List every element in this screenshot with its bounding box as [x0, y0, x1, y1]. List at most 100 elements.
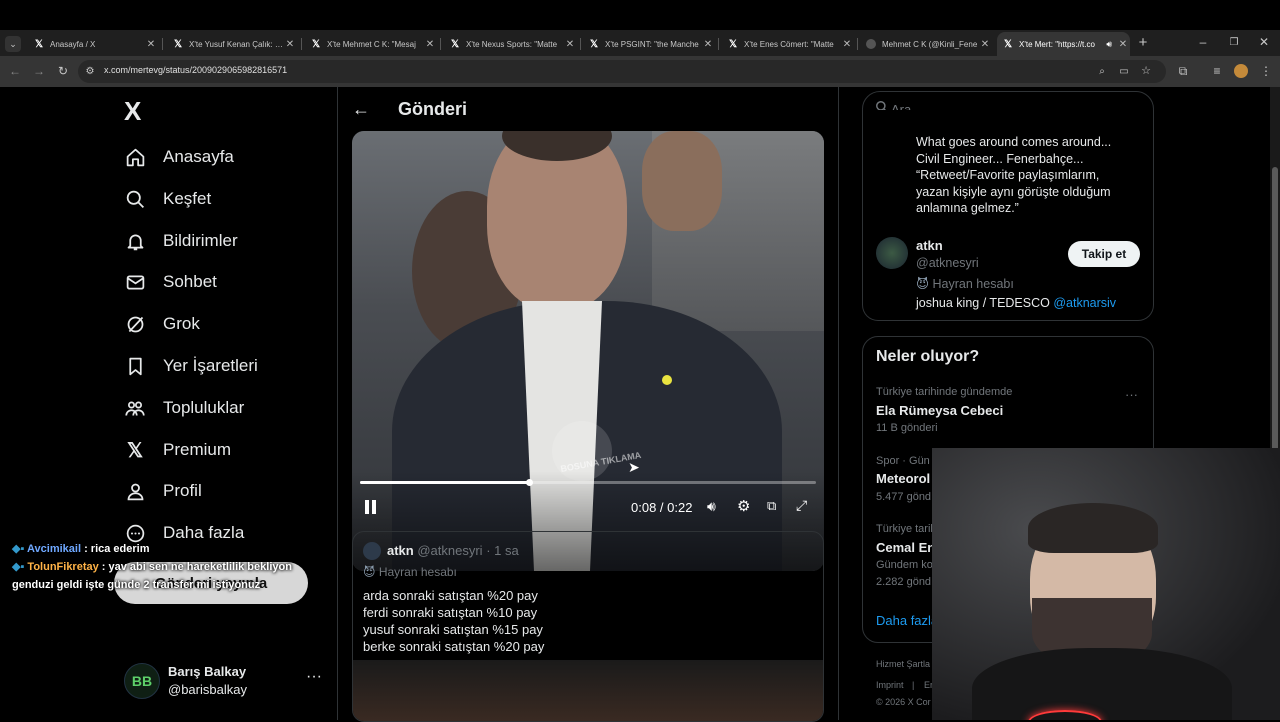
zoom-icon[interactable]: ⌕ — [1096, 65, 1108, 77]
sidebar-item-bookmarks[interactable]: Yer İşaretleri — [124, 350, 258, 382]
pause-icon[interactable] — [364, 499, 378, 515]
address-bar: ← → ↻ ⚙ x.com/mertevg/status/20090290659… — [0, 56, 1280, 87]
tab-bar: ⌄ 𝕏 Anasayfa / X ✕ 𝕏 X'te Yusuf Kenan Çalık… — [0, 30, 1280, 56]
minimize-icon[interactable]: – — [1196, 35, 1210, 49]
profile-avatar[interactable] — [1234, 64, 1248, 78]
who-to-follow-card: What goes around comes around... Civil E… — [862, 110, 1154, 321]
suggested-name[interactable]: atkn — [916, 238, 943, 253]
more-dots-icon[interactable]: ··· — [306, 668, 322, 686]
browser-tab[interactable]: 𝕏 X'te Nexus Sports: "Matte ✕ — [444, 32, 577, 56]
browser-tab[interactable]: 𝕏 X'te Yusuf Kenan Çalık: "Fe ✕ — [167, 32, 297, 56]
x-favicon-icon: 𝕏 — [450, 38, 460, 50]
chat-username: TolunFikretay — [27, 561, 99, 573]
back-arrow-icon[interactable]: ← — [352, 99, 370, 120]
kebab-menu-icon[interactable]: ⋮ — [1259, 64, 1273, 78]
x-premium-icon: 𝕏 — [126, 439, 144, 462]
sidebar-item-explore[interactable]: Keşfet — [124, 183, 211, 215]
fan-badge-label: Hayran hesabı — [378, 565, 457, 579]
fullscreen-icon[interactable]: ⤢ — [796, 497, 807, 514]
picture-in-picture-icon[interactable]: ⧉ — [767, 498, 776, 514]
trend-item[interactable]: Türkiye tarihinde gündemde Ela Rümeysa C… — [863, 381, 1153, 437]
sidebar-item-profile[interactable]: Profil — [124, 475, 202, 507]
chat-badge-icon: ◆▪ — [12, 561, 28, 573]
video-progress-track[interactable] — [360, 479, 816, 486]
video-player[interactable]: BOSUNA TIKLAMA ➤ 0:08 / 0:22 🔊︎ ⚙ ⧉ ⤢ — [352, 131, 824, 571]
profile-favicon-icon — [866, 39, 876, 49]
cast-icon[interactable]: ▭ — [1118, 65, 1130, 77]
grok-icon — [124, 313, 146, 335]
back-icon[interactable]: ← — [8, 64, 22, 78]
media-icon[interactable]: ≡ — [1210, 64, 1224, 78]
webcam-hair — [1028, 503, 1158, 553]
close-icon[interactable]: ✕ — [1116, 39, 1130, 50]
chat-badge-icon: ◆▪ — [12, 543, 28, 555]
footer-separator: | — [912, 680, 915, 690]
restore-icon[interactable]: ❐ — [1227, 35, 1241, 49]
bio-mention-link[interactable]: @atknarsiv — [1053, 296, 1116, 310]
footer-link[interactable]: Hizmet Şartla — [876, 659, 930, 669]
window-close-icon[interactable]: ✕ — [1257, 35, 1271, 49]
show-more-link[interactable]: Daha fazla — [876, 613, 938, 628]
close-icon[interactable]: ✕ — [840, 39, 854, 50]
fan-badge-icon: 😈︎ — [363, 565, 379, 579]
volume-icon[interactable]: 🔊︎ — [707, 498, 716, 515]
sidebar-item-grok[interactable]: Grok — [124, 308, 200, 340]
forward-icon[interactable]: → — [32, 64, 46, 78]
site-info-icon[interactable]: ⚙ — [84, 65, 96, 77]
video-progress-fill — [360, 481, 529, 484]
fan-badge-label: Hayran hesabı — [932, 277, 1014, 291]
suggested-bio: joshua king / TEDESCO @atknarsiv — [916, 296, 1117, 310]
sidebar-item-notifications[interactable]: Bildirimler — [124, 225, 238, 257]
footer-copyright: © 2026 X Cor — [876, 697, 931, 707]
quoted-post[interactable]: atkn @atknesyri · 1 sa 😈︎ Hayran hesabı … — [352, 531, 824, 722]
search-icon — [124, 188, 146, 210]
close-icon[interactable]: ✕ — [423, 39, 437, 50]
avatar[interactable] — [876, 237, 908, 269]
x-logo[interactable]: X — [124, 96, 141, 127]
browser-tab[interactable]: 𝕏 X'te Enes Cömert: "Matte ✕ — [722, 32, 854, 56]
main-column: ← Gönderi BOSUNA TIKLAMA ➤ 0:08 / 0:22 🔊… — [337, 87, 839, 722]
trends-title: Neler oluyor? — [876, 348, 980, 365]
sidebar-item-premium[interactable]: 𝕏 Premium — [124, 434, 231, 466]
account-switcher[interactable]: BB Barış Balkay @barisbalkay ··· — [124, 660, 334, 700]
close-icon[interactable]: ✕ — [978, 39, 992, 50]
x-favicon-icon: 𝕏 — [173, 38, 183, 50]
close-icon[interactable]: ✕ — [701, 39, 715, 50]
mail-icon — [124, 271, 146, 293]
settings-gear-icon[interactable]: ⚙ — [737, 497, 750, 515]
sidebar-item-chat[interactable]: Sohbet — [124, 266, 217, 298]
reload-icon[interactable]: ↻ — [56, 64, 70, 78]
sidebar-item-home[interactable]: Anasayfa — [124, 141, 234, 173]
close-icon[interactable]: ✕ — [283, 39, 297, 50]
browser-tab[interactable]: Mehmet C K (@Kinli_Fene ✕ — [860, 32, 992, 56]
quoted-post-time: · 1 sa — [486, 543, 519, 558]
trend-more-icon[interactable]: ··· — [1125, 387, 1138, 402]
close-icon[interactable]: ✕ — [563, 39, 577, 50]
chat-text: : rica ederim — [81, 543, 150, 555]
footer-link[interactable]: Imprint — [876, 680, 904, 690]
follow-button[interactable]: Takip et — [1068, 241, 1140, 267]
browser-tab-active[interactable]: 𝕏 X'te Mert: "https://t.co 🔊︎ ✕ — [997, 32, 1130, 56]
quoted-author-name: atkn — [387, 543, 414, 558]
audio-playing-icon[interactable]: 🔊︎ — [1106, 39, 1112, 50]
x-favicon-icon: 𝕏 — [34, 38, 44, 50]
browser-tab[interactable]: 𝕏 Anasayfa / X ✕ — [28, 32, 158, 56]
suggested-handle: @atknesyri — [916, 256, 979, 270]
x-favicon-icon: 𝕏 — [589, 38, 599, 50]
browser-tab[interactable]: 𝕏 X'te PSGINT: "the Manche ✕ — [583, 32, 715, 56]
close-icon[interactable]: ✕ — [144, 39, 158, 50]
new-tab-button[interactable]: + — [1135, 34, 1151, 51]
video-progress-handle[interactable] — [525, 479, 533, 486]
extensions-icon[interactable]: ⧉ — [1176, 64, 1190, 78]
bell-icon — [124, 230, 146, 252]
bookmark-icon — [124, 355, 146, 377]
quoted-media-preview — [353, 660, 823, 721]
url-field[interactable]: ⚙ x.com/mertevg/status/20090290659828165… — [78, 60, 1166, 83]
bookmark-star-icon[interactable]: ☆ — [1140, 64, 1152, 77]
tab-search-icon[interactable]: ⌄ — [5, 36, 21, 52]
sidebar-item-communities[interactable]: Topluluklar — [124, 392, 244, 424]
browser-tab[interactable]: 𝕏 X'te Mehmet C K: "Mesaj ✕ — [305, 32, 437, 56]
video-pin — [662, 375, 672, 385]
webcam-overlay — [932, 448, 1280, 720]
video-person-right — [642, 131, 722, 231]
